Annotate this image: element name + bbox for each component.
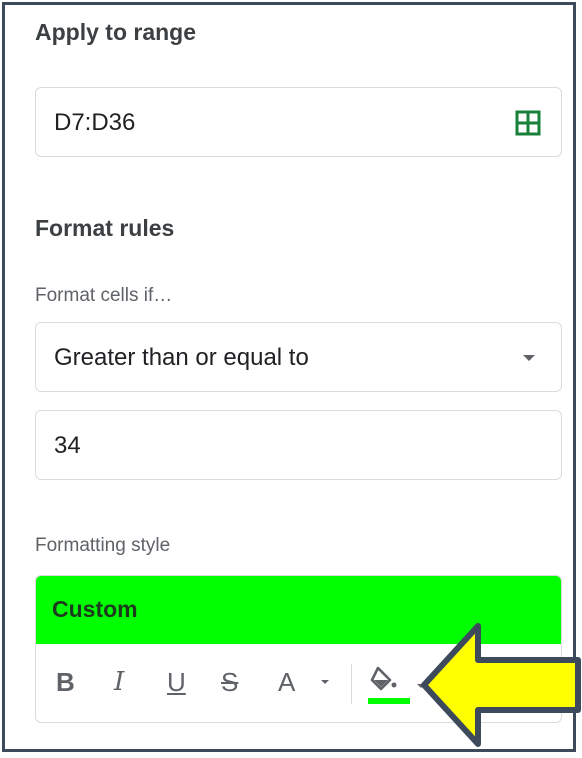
select-range-grid-icon[interactable] [515,110,541,136]
italic-button[interactable]: I [114,668,124,696]
text-color-button[interactable]: A [278,668,295,696]
apply-to-range-heading: Apply to range [35,19,197,45]
formatting-style-label: Formatting style [35,535,171,556]
underline-button[interactable]: U [167,668,186,696]
range-input[interactable]: D7:D36 [35,87,562,157]
range-value: D7:D36 [54,109,136,136]
value-input[interactable]: 34 [35,410,562,480]
chevron-down-icon [523,355,535,361]
format-rules-heading: Format rules [35,215,175,241]
fill-color-button[interactable] [366,662,412,706]
toolbar-divider [351,664,352,704]
text-color-chevron-icon[interactable] [321,680,329,684]
pointer-arrow-icon [421,623,581,747]
bold-button[interactable]: B [56,668,75,696]
condition-dropdown[interactable]: Greater than or equal to [35,322,562,392]
fill-color-swatch [368,698,410,704]
paint-bucket-icon [370,666,397,691]
format-cells-if-label: Format cells if… [35,285,173,306]
value-text: 34 [54,432,81,459]
style-preset-name: Custom [52,596,138,622]
condition-selected: Greater than or equal to [54,344,309,371]
strikethrough-button[interactable]: S [221,668,238,696]
